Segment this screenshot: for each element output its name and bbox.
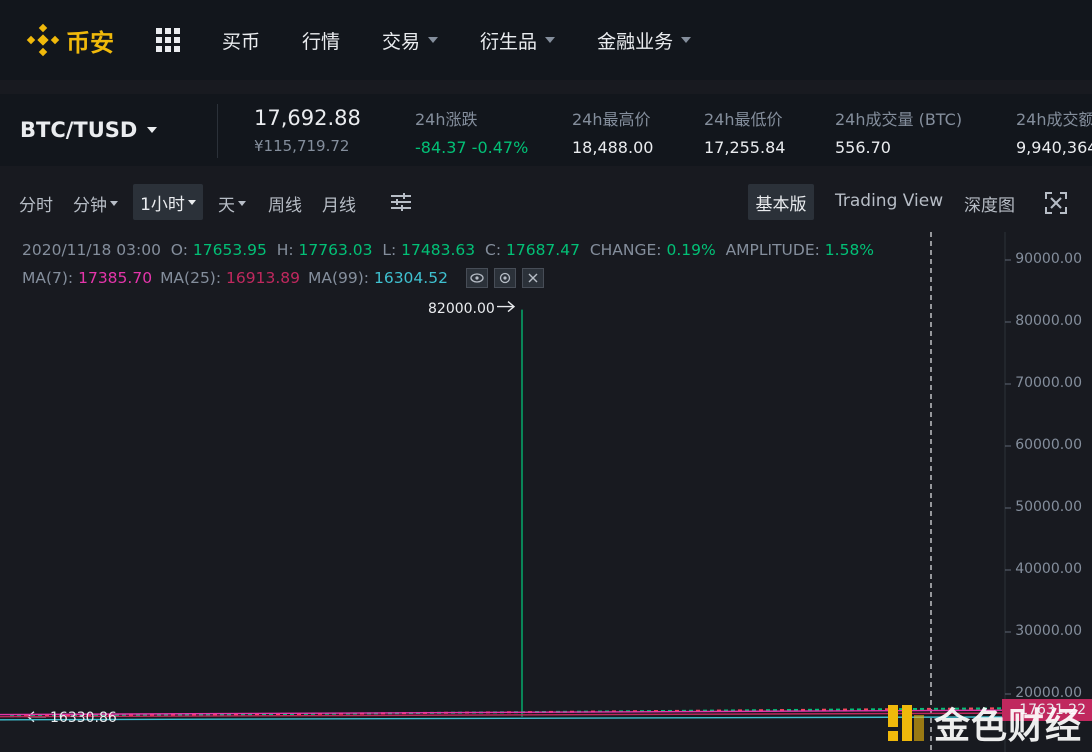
ma99-value: 16304.52	[373, 269, 448, 287]
chevron-down-icon	[110, 201, 118, 206]
nav-item-trade[interactable]: 交易	[382, 27, 439, 54]
interval-1h[interactable]: 1小时	[133, 184, 203, 220]
high-value: 17763.03	[298, 241, 373, 259]
ma-legend: MA(7): 17385.70 MA(25): 16913.89 MA(99):…	[22, 268, 544, 288]
chevron-down-icon	[681, 37, 692, 43]
chevron-down-icon	[545, 37, 556, 43]
kline-chart[interactable]: 2020/11/18 03:00 O: 17653.95 H: 17763.03…	[0, 232, 1092, 752]
axis-tick-label: 80000.00	[1015, 313, 1082, 329]
last-price-cny: ¥115,719.72	[254, 137, 350, 155]
chevron-down-icon	[428, 37, 439, 43]
change-value: 0.19%	[666, 241, 716, 259]
ohlc-legend: 2020/11/18 03:00 O: 17653.95 H: 17763.03…	[22, 241, 875, 259]
fullscreen-icon[interactable]	[1045, 192, 1067, 214]
candle-date: 2020/11/18 03:00	[22, 241, 161, 259]
indicator-settings-icon[interactable]	[390, 192, 412, 212]
candle	[878, 708, 882, 711]
top-nav: 币安 买币 行情 交易 衍生品 金融业务	[0, 0, 1092, 80]
low-value: 17483.63	[401, 241, 476, 259]
axis-tick-label: 90000.00	[1015, 251, 1082, 267]
interval-minute[interactable]: 分钟	[73, 191, 118, 216]
chevron-down-icon	[187, 199, 196, 205]
last-price: 17,692.88	[254, 106, 361, 130]
close-value: 17687.47	[505, 241, 580, 259]
axis-tick-label: 30000.00	[1015, 623, 1082, 639]
chart-plot	[0, 232, 1011, 752]
stat-24h-change: 24h涨跌 -84.37 -0.47%	[415, 110, 529, 157]
apps-grid-icon[interactable]	[156, 28, 180, 52]
view-depth-button[interactable]: 深度图	[964, 191, 1015, 216]
nav-item-finance[interactable]: 金融业务	[597, 27, 692, 54]
chevron-down-icon	[147, 127, 158, 133]
jinse-watermark: 金色财经	[886, 700, 1083, 747]
chevron-down-icon	[238, 201, 246, 206]
close-icon[interactable]	[521, 268, 544, 288]
interval-day[interactable]: 天	[218, 191, 246, 216]
brand-name: 币安	[66, 28, 114, 57]
divider	[217, 104, 218, 158]
ma-line-99	[0, 716, 1006, 721]
brand-logo[interactable]: 币安	[26, 23, 114, 58]
axis-tick-label: 50000.00	[1015, 499, 1082, 515]
nav-item-buy-crypto[interactable]: 买币	[222, 27, 260, 54]
interval-month[interactable]: 月线	[322, 191, 356, 216]
axis-tick-label: 40000.00	[1015, 561, 1082, 577]
axis-tick-label: 70000.00	[1015, 375, 1082, 391]
stat-24h-high: 24h最高价 18,488.00	[572, 110, 654, 157]
ma25-value: 16913.89	[226, 269, 300, 287]
open-value: 17653.95	[192, 241, 267, 259]
low-marker-label: 16330.86	[50, 710, 117, 726]
watermark-text: 金色财经	[934, 706, 1083, 747]
view-basic-button[interactable]: 基本版	[748, 184, 814, 220]
eye-icon[interactable]	[465, 268, 488, 288]
stat-24h-turnover: 24h成交额 9,940,364	[1016, 110, 1092, 157]
pair-label: BTC/TUSD	[20, 118, 138, 142]
interval-time-sharing[interactable]: 分时	[19, 191, 53, 216]
high-marker-label: 82000.00	[428, 301, 495, 317]
chart-toolbar: 分时 分钟 1小时 天 周线 月线 基本版 Trading View 深度图	[0, 180, 1092, 224]
view-tradingview-button[interactable]: Trading View	[835, 191, 943, 211]
stat-24h-low: 24h最低价 17,255.84	[704, 110, 786, 157]
settings-gear-icon[interactable]	[493, 268, 516, 288]
axis-tick-label: 60000.00	[1015, 437, 1082, 453]
nav-item-markets[interactable]: 行情	[302, 27, 340, 54]
jinse-logo-icon	[886, 703, 926, 743]
nav-item-derivatives[interactable]: 衍生品	[480, 27, 556, 54]
binance-logo-icon	[26, 23, 60, 57]
ticker-bar: BTC/TUSD 17,692.88 ¥115,719.72 24h涨跌 -84…	[0, 94, 1092, 166]
amplitude-value: 1.58%	[824, 241, 875, 259]
ma7-value: 17385.70	[78, 269, 153, 287]
interval-week[interactable]: 周线	[268, 191, 302, 216]
pair-selector[interactable]: BTC/TUSD	[20, 118, 158, 142]
stat-24h-volume: 24h成交量 (BTC) 556.70	[835, 110, 963, 157]
candle	[871, 708, 875, 711]
candle	[864, 708, 868, 711]
